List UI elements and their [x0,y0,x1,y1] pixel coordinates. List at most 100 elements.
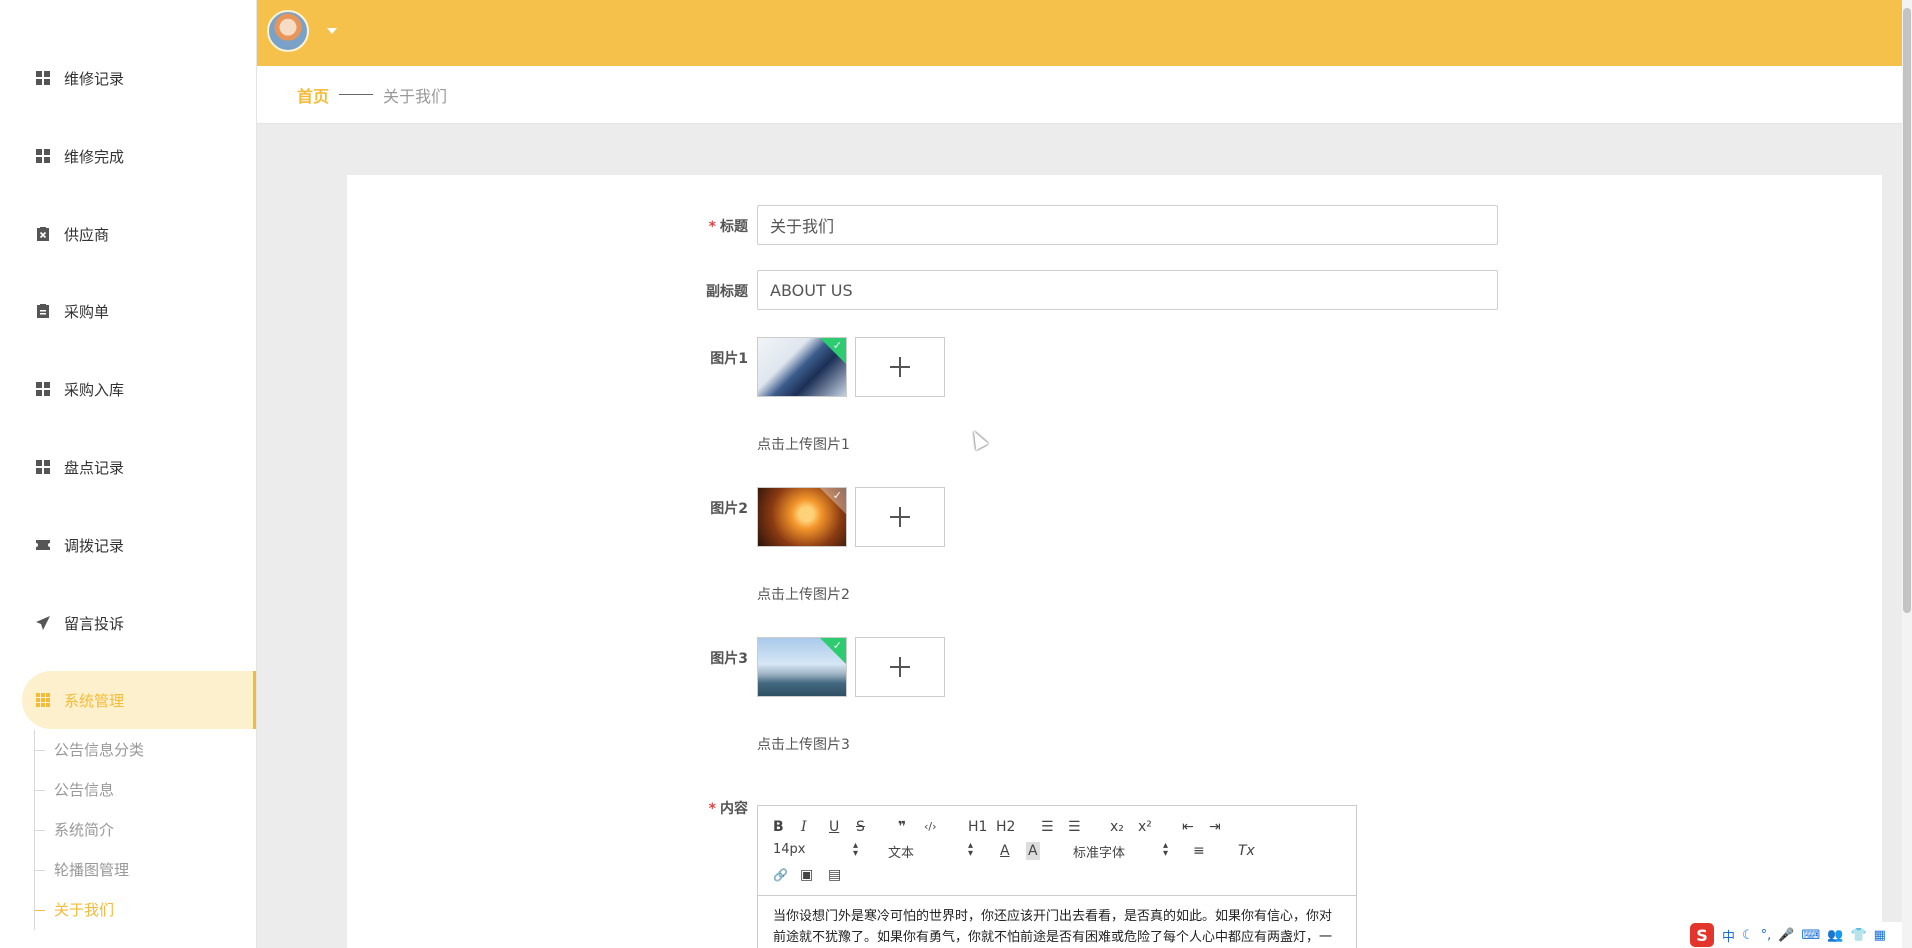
link-button[interactable]: 🔗 [773,866,788,884]
strike-button[interactable]: S [856,818,865,836]
image2-upload-button[interactable] [855,487,945,547]
breadcrumb-home-link[interactable]: 首页 [297,83,329,107]
image1-label: 图片1 [710,351,748,367]
clipboard-x-icon [36,227,50,241]
sidebar-item-label: 调拨记录 [64,536,125,555]
sidebar-item-label: 系统管理 [64,691,125,710]
sidebar-submenu: 公告信息分类 公告信息 系统简介 轮播图管理 关于我们 [34,730,254,930]
sidebar: 维修记录 维修完成 供应商 采购单 采购入库 盘点记录 调拨记录 留言投诉 系统… [0,0,257,948]
ticket-icon [36,538,50,552]
sidebar-item-suppliers[interactable]: 供应商 [0,205,256,263]
sidebar-item-complaints[interactable]: 留言投诉 [0,594,256,652]
user-avatar[interactable] [267,10,309,52]
header-select[interactable]: 文本 ▴ ▾ [888,840,973,862]
image1-upload-button[interactable] [855,337,945,397]
plus-icon [890,657,910,677]
page-scrollbar-thumb[interactable] [1903,8,1911,613]
image2-label: 图片2 [710,501,748,517]
check-icon: ✓ [832,339,842,352]
grid-icon [36,71,50,85]
image1-upload-hint: 点击上传图片1 [757,437,850,453]
heading1-button[interactable]: H1 [968,818,987,836]
toolbox-icon[interactable]: ▦ [1874,928,1886,943]
sidebar-item-repair-records[interactable]: 维修记录 [0,49,256,107]
sidebar-item-label: 维修完成 [64,147,125,166]
image2-upload-hint: 点击上传图片2 [757,587,850,603]
bold-button[interactable]: B [773,818,784,836]
submenu-item-carousel[interactable]: 轮播图管理 [35,850,254,890]
subscript-button[interactable]: x₂ [1110,818,1124,836]
select-arrows-icon: ▴ ▾ [852,840,858,859]
italic-button[interactable]: I [801,818,807,836]
ime-toolbar: S 中 ☾ °, 🎤 ⌨ 👥 👕 ▦ [1690,922,1902,948]
keyboard-icon[interactable]: ⌨ [1802,928,1821,943]
moon-icon[interactable]: ☾ [1742,928,1754,943]
subtitle-input[interactable] [757,270,1498,310]
sidebar-item-system-management[interactable]: 系统管理 [22,671,256,729]
grid9-icon [36,693,50,707]
underline-button[interactable]: U [829,818,839,836]
caret-down-icon[interactable] [327,28,337,34]
image3-upload-hint: 点击上传图片3 [757,737,850,753]
subtitle-label: 副标题 [706,284,748,300]
text-color-button[interactable]: A [1000,842,1010,860]
breadcrumb: 首页 关于我们 [257,66,1902,124]
image1-thumbnail[interactable]: ✓ [757,337,847,397]
submenu-item-system-intro[interactable]: 系统简介 [35,810,254,850]
submenu-item-notice[interactable]: 公告信息 [35,770,254,810]
sidebar-item-repair-completed[interactable]: 维修完成 [0,127,256,185]
background-color-button[interactable]: A [1026,842,1040,860]
sidebar-item-label: 供应商 [64,225,110,244]
check-icon: ✓ [832,639,842,652]
outdent-button[interactable]: ⇤ [1182,818,1194,836]
rich-text-editor[interactable]: B I U S ❞ ‹/› H1 H2 ☰ ☰ x₂ x² ⇤ ⇥ 14px ▴ ▾… [757,805,1357,948]
grid-icon [36,382,50,396]
heading2-button[interactable]: H2 [996,818,1015,836]
sogou-logo-icon[interactable]: S [1690,923,1714,947]
superscript-button[interactable]: x² [1138,818,1152,836]
clipboard-icon [36,304,50,318]
title-label: * 标题 [708,219,748,235]
plus-icon [890,507,910,527]
submenu-item-about-us[interactable]: 关于我们 [35,890,254,930]
users-icon[interactable]: 👥 [1827,928,1843,943]
image-button[interactable]: ▣ [800,866,813,884]
bullet-list-button[interactable]: ☰ [1068,818,1081,836]
microphone-icon[interactable]: 🎤 [1778,928,1794,943]
paper-plane-icon [36,616,50,630]
select-arrows-icon: ▴ ▾ [1162,840,1168,859]
blockquote-button[interactable]: ❞ [898,818,906,836]
code-block-button[interactable]: ‹/› [924,818,937,836]
font-size-select[interactable]: 14px ▴ ▾ [773,840,858,860]
editor-toolbar: B I U S ❞ ‹/› H1 H2 ☰ ☰ x₂ x² ⇤ ⇥ 14px ▴ ▾… [758,806,1356,896]
sidebar-item-purchase-inbound[interactable]: 采购入库 [0,360,256,418]
image3-label: 图片3 [710,651,748,667]
sidebar-item-purchase-orders[interactable]: 采购单 [0,282,256,340]
sidebar-item-label: 采购入库 [64,380,125,399]
indent-button[interactable]: ⇥ [1209,818,1221,836]
image3-thumbnail[interactable]: ✓ [757,637,847,697]
clean-format-button[interactable]: Tx [1238,842,1255,860]
image3-upload-button[interactable] [855,637,945,697]
video-button[interactable]: ▤ [828,866,841,884]
plus-icon [890,357,910,377]
ordered-list-button[interactable]: ☰ [1041,818,1054,836]
sidebar-item-label: 盘点记录 [64,458,125,477]
select-arrows-icon: ▴ ▾ [967,840,973,859]
submenu-item-notice-category[interactable]: 公告信息分类 [35,730,254,770]
sidebar-item-label: 采购单 [64,302,110,321]
sidebar-item-label: 留言投诉 [64,614,125,633]
skin-icon[interactable]: 👕 [1850,928,1866,943]
grid-icon [36,149,50,163]
punctuation-icon[interactable]: °, [1761,928,1772,943]
sidebar-item-inventory-records[interactable]: 盘点记录 [0,438,256,496]
sidebar-item-transfer-records[interactable]: 调拨记录 [0,516,256,574]
editor-content[interactable]: 当你设想门外是寒冷可怕的世界时，你还应该开门出去看看，是否真的如此。如果你有信心… [773,906,1343,948]
font-family-select[interactable]: 标准字体 ▴ ▾ [1073,840,1168,862]
align-button[interactable]: ≡ [1193,842,1205,860]
sidebar-item-label: 维修记录 [64,69,125,88]
input-mode-label[interactable]: 中 [1722,926,1735,945]
breadcrumb-separator [339,94,374,95]
image2-thumbnail[interactable]: ✓ [757,487,847,547]
title-input[interactable] [757,205,1498,245]
